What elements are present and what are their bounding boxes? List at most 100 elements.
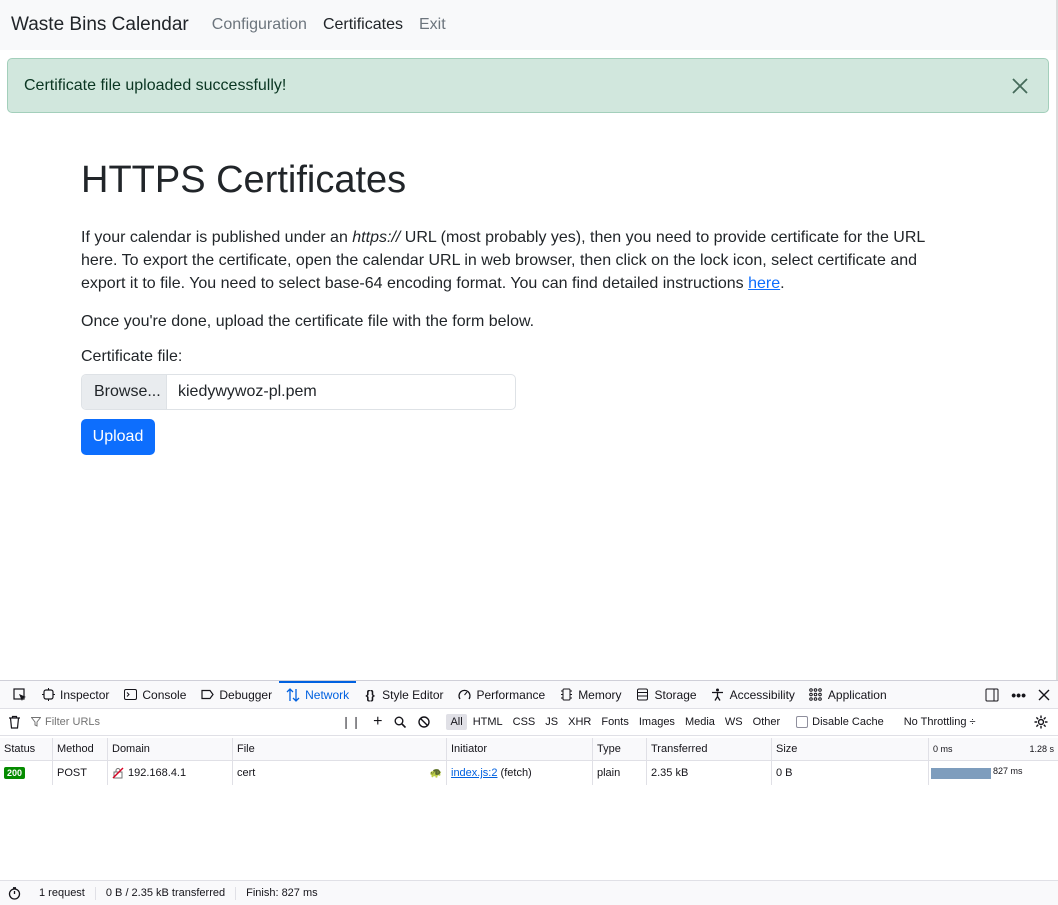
col-waterfall[interactable]: 0 ms 1.28 s bbox=[929, 738, 1058, 760]
nav-link-certificates[interactable]: Certificates bbox=[323, 16, 403, 34]
nav-link-exit[interactable]: Exit bbox=[419, 16, 446, 34]
network-request-table: Status Method Domain File Initiator Type… bbox=[0, 738, 1058, 785]
instructions-paragraph: If your calendar is published under an h… bbox=[81, 228, 925, 292]
filter-icon bbox=[31, 717, 41, 727]
waterfall-cell: 827 ms bbox=[929, 761, 1058, 785]
close-icon[interactable] bbox=[1010, 76, 1030, 96]
browse-button[interactable]: Browse... bbox=[82, 374, 167, 409]
tab-inspector[interactable]: Inspector bbox=[34, 681, 116, 709]
main-content: HTTPS Certificates If your calendar is p… bbox=[81, 159, 961, 455]
waterfall-start-label: 0 ms bbox=[933, 744, 953, 754]
console-icon bbox=[123, 688, 137, 702]
waterfall-end-label: 1.28 s bbox=[1029, 744, 1054, 754]
timing-label: 827 ms bbox=[993, 766, 1023, 776]
filter-urls-input[interactable]: Filter URLs bbox=[31, 716, 331, 728]
pause-icon[interactable]: ❘❘ bbox=[341, 715, 361, 729]
col-file[interactable]: File bbox=[233, 738, 447, 760]
filter-js[interactable]: JS bbox=[541, 714, 562, 730]
debugger-icon bbox=[200, 688, 214, 702]
app-navbar: Waste Bins Calendar Configuration Certif… bbox=[0, 0, 1056, 50]
tab-performance[interactable]: Performance bbox=[450, 681, 552, 709]
certificate-file-input[interactable]: Browse... kiedywywoz-pl.pem bbox=[81, 373, 516, 410]
devtools-panel: Inspector Console Debugger Network {} Sty… bbox=[0, 680, 1058, 905]
tab-storage[interactable]: Storage bbox=[629, 681, 704, 709]
table-header: Status Method Domain File Initiator Type… bbox=[0, 738, 1058, 761]
turtle-icon: 🐢 bbox=[429, 767, 442, 779]
selected-file-name: kiedywywoz-pl.pem bbox=[178, 382, 317, 400]
initiator-cell: index.js:2 (fetch) bbox=[447, 761, 593, 785]
status-cell: 200 bbox=[0, 761, 53, 785]
tab-network[interactable]: Network bbox=[279, 680, 357, 709]
finish-time: Finish: 827 ms bbox=[246, 887, 318, 899]
gear-icon[interactable] bbox=[1034, 715, 1048, 729]
filter-html[interactable]: HTML bbox=[469, 714, 507, 730]
instructions-link[interactable]: here bbox=[748, 275, 780, 292]
transferred-cell: 2.35 kB bbox=[647, 761, 772, 785]
filter-fonts[interactable]: Fonts bbox=[597, 714, 633, 730]
nav-link-configuration[interactable]: Configuration bbox=[212, 16, 307, 34]
filter-other[interactable]: Other bbox=[749, 714, 785, 730]
status-badge: 200 bbox=[4, 767, 26, 779]
filter-media[interactable]: Media bbox=[681, 714, 719, 730]
network-status-bar: 1 request 0 B / 2.35 kB transferred Fini… bbox=[0, 880, 1058, 905]
tab-memory[interactable]: Memory bbox=[552, 681, 628, 709]
throttling-select[interactable]: No Throttling ÷ bbox=[904, 716, 976, 728]
more-options-icon[interactable]: ••• bbox=[1011, 687, 1026, 703]
grid-icon bbox=[809, 688, 823, 702]
network-toolbar: Filter URLs ❘❘ + All HTML CSS JS XHR Fon… bbox=[0, 709, 1058, 736]
braces-icon: {} bbox=[365, 687, 375, 702]
col-method[interactable]: Method bbox=[53, 738, 108, 760]
block-icon[interactable] bbox=[418, 716, 431, 728]
storage-icon bbox=[636, 688, 650, 702]
memory-chip-icon bbox=[559, 688, 573, 702]
upload-button[interactable]: Upload bbox=[81, 418, 155, 455]
inspector-icon bbox=[41, 688, 55, 702]
dock-icon[interactable] bbox=[985, 688, 999, 702]
devtools-window-controls: ••• bbox=[985, 681, 1050, 709]
close-devtools-icon[interactable] bbox=[1038, 689, 1050, 701]
element-picker-button[interactable] bbox=[6, 681, 34, 709]
network-icon bbox=[286, 687, 300, 702]
checkbox-box[interactable] bbox=[796, 716, 809, 728]
search-icon[interactable] bbox=[394, 716, 407, 728]
tab-console[interactable]: Console bbox=[116, 681, 193, 709]
col-status[interactable]: Status bbox=[0, 738, 53, 760]
gauge-icon bbox=[457, 688, 471, 702]
request-type-filters: All HTML CSS JS XHR Fonts Images Media W… bbox=[446, 714, 784, 730]
plus-icon[interactable]: + bbox=[373, 713, 382, 731]
certificate-file-label: Certificate file: bbox=[81, 347, 183, 365]
filter-ws[interactable]: WS bbox=[721, 714, 747, 730]
filter-css[interactable]: CSS bbox=[509, 714, 540, 730]
brand-title[interactable]: Waste Bins Calendar bbox=[11, 14, 189, 36]
accessibility-icon bbox=[711, 688, 725, 702]
tab-style-editor[interactable]: {} Style Editor bbox=[356, 681, 450, 709]
timing-bar bbox=[931, 768, 991, 779]
network-toolbar-actions: ❘❘ + bbox=[341, 713, 431, 731]
table-row[interactable]: 200 POST 192.168.4.1 cert 🐢 index.js:2 (… bbox=[0, 761, 1058, 785]
filter-xhr[interactable]: XHR bbox=[564, 714, 595, 730]
tab-debugger[interactable]: Debugger bbox=[193, 681, 279, 709]
disable-cache-checkbox[interactable]: Disable Cache bbox=[796, 716, 884, 728]
col-type[interactable]: Type bbox=[593, 738, 647, 760]
transfer-summary: 0 B / 2.35 kB transferred bbox=[96, 886, 237, 900]
filter-all[interactable]: All bbox=[446, 714, 467, 730]
col-domain[interactable]: Domain bbox=[108, 738, 233, 760]
trash-icon[interactable] bbox=[8, 715, 21, 729]
method-cell: POST bbox=[53, 761, 108, 785]
initiator-link[interactable]: index.js:2 bbox=[451, 767, 497, 779]
col-transferred[interactable]: Transferred bbox=[647, 738, 772, 760]
tab-application[interactable]: Application bbox=[802, 681, 894, 709]
upload-hint: Once you're done, upload the certificate… bbox=[81, 312, 535, 330]
filter-images[interactable]: Images bbox=[635, 714, 679, 730]
tab-accessibility[interactable]: Accessibility bbox=[704, 681, 802, 709]
col-size[interactable]: Size bbox=[772, 738, 929, 760]
stopwatch-icon[interactable] bbox=[8, 886, 21, 900]
insecure-lock-icon bbox=[112, 767, 124, 779]
page-title: HTTPS Certificates bbox=[81, 159, 407, 201]
type-cell: plain bbox=[593, 761, 647, 785]
file-cell: cert 🐢 bbox=[233, 761, 447, 785]
size-cell: 0 B bbox=[772, 761, 929, 785]
request-count: 1 request bbox=[29, 886, 96, 900]
col-initiator[interactable]: Initiator bbox=[447, 738, 593, 760]
devtools-tab-bar: Inspector Console Debugger Network {} Sty… bbox=[0, 680, 1058, 709]
